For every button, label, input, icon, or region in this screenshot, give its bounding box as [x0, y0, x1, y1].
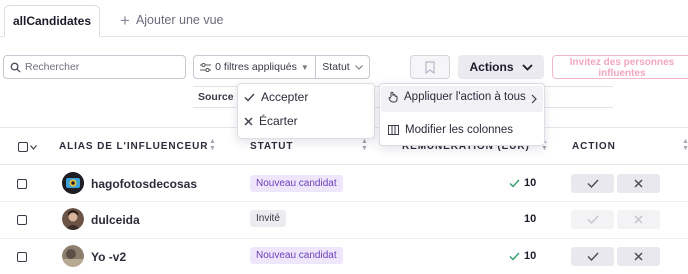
sliders-icon [200, 62, 212, 72]
row-checkbox[interactable] [17, 179, 27, 189]
column-header-alias[interactable]: ALIAS DE L'INFLUENCEUR [59, 141, 208, 152]
check-icon [244, 93, 255, 101]
accept-button[interactable] [571, 247, 614, 266]
filters-label: 0 filtres appliqués [215, 61, 297, 73]
search-icon [10, 62, 21, 73]
invite-influencers-button[interactable]: Invitez des personnes influentes [552, 55, 688, 79]
chevron-down-icon[interactable] [30, 145, 37, 150]
sort-icon[interactable]: ▲▼ [209, 138, 216, 152]
plus-icon: + [120, 10, 130, 30]
check-icon [587, 179, 599, 188]
influencer-alias[interactable]: Yo -v2 [91, 250, 126, 264]
score-value: 10 [524, 177, 537, 189]
actions-button[interactable]: Actions [458, 55, 544, 79]
search-input[interactable] [25, 61, 175, 73]
accept-button[interactable] [571, 174, 614, 193]
check-icon [509, 252, 520, 261]
caret-down-icon: ▼ [300, 62, 309, 72]
close-icon [634, 179, 643, 188]
status-badge: Nouveau candidat [250, 175, 343, 192]
close-icon [634, 252, 643, 261]
status-badge: Nouveau candidat [250, 247, 343, 264]
chevron-down-icon [354, 64, 363, 70]
add-view-label: Ajouter une vue [135, 13, 224, 27]
menu-item-accept[interactable]: Accepter [244, 90, 308, 104]
tab-all-candidates[interactable]: allCandidates [4, 5, 100, 37]
accept-button[interactable] [571, 210, 614, 229]
avatar [62, 208, 84, 230]
filters-group: 0 filtres appliqués ▼ Statut [193, 55, 370, 79]
avatar [62, 245, 84, 267]
influencer-alias[interactable]: dulceida [91, 213, 140, 227]
score-cell: 10 [524, 213, 536, 225]
reject-button[interactable] [617, 174, 660, 193]
score-cell: 10 [509, 250, 536, 262]
column-header-status[interactable]: STATUT [250, 141, 293, 152]
view-tabs-bar [0, 0, 688, 37]
status-filter-button[interactable]: Statut [316, 56, 369, 78]
row-checkbox[interactable] [17, 252, 27, 262]
filters-button[interactable]: 0 filtres appliqués ▼ [194, 56, 316, 78]
menu-item-edit-columns[interactable]: Modifier les colonnes [388, 124, 513, 136]
row-checkbox[interactable] [17, 215, 27, 225]
close-icon [244, 117, 253, 125]
reject-button[interactable] [617, 210, 660, 229]
sort-icon[interactable]: ▲▼ [361, 138, 368, 152]
actions-label: Actions [469, 60, 514, 74]
select-all-checkbox[interactable] [18, 142, 28, 152]
score-value: 10 [524, 250, 537, 262]
add-view-tab[interactable]: + Ajouter une vue [120, 9, 224, 31]
save-view-button[interactable] [410, 55, 450, 79]
reject-button[interactable] [617, 247, 660, 266]
chevron-right-icon [531, 94, 537, 104]
close-icon [634, 215, 643, 224]
pointer-hand-icon [388, 91, 398, 103]
search-box[interactable] [3, 55, 186, 79]
check-icon [587, 215, 599, 224]
score-cell: 10 [509, 177, 536, 189]
bookmark-icon [425, 60, 435, 74]
score-value: 10 [524, 213, 537, 225]
menu-item-label: Modifier les colonnes [405, 124, 514, 136]
status-filter-label: Statut [322, 61, 350, 73]
source-column-header[interactable]: Source [198, 91, 234, 103]
columns-icon [388, 125, 399, 135]
menu-item-label: Écarter [259, 114, 298, 128]
menu-item-label: Accepter [261, 90, 309, 104]
check-icon [587, 252, 599, 261]
sort-icon[interactable]: ▲▼ [682, 138, 688, 152]
menu-item-reject[interactable]: Écarter [244, 114, 298, 128]
influencer-alias[interactable]: hagofotosdecosas [91, 177, 197, 191]
status-badge: Invité [250, 210, 286, 227]
avatar [62, 172, 84, 194]
menu-item-apply-to-all[interactable]: Appliquer l'action à tous [388, 91, 526, 103]
chevron-down-icon [521, 63, 533, 71]
check-icon [509, 179, 520, 188]
menu-item-label: Appliquer l'action à tous [404, 91, 526, 103]
column-header-action: ACTION [572, 141, 616, 152]
